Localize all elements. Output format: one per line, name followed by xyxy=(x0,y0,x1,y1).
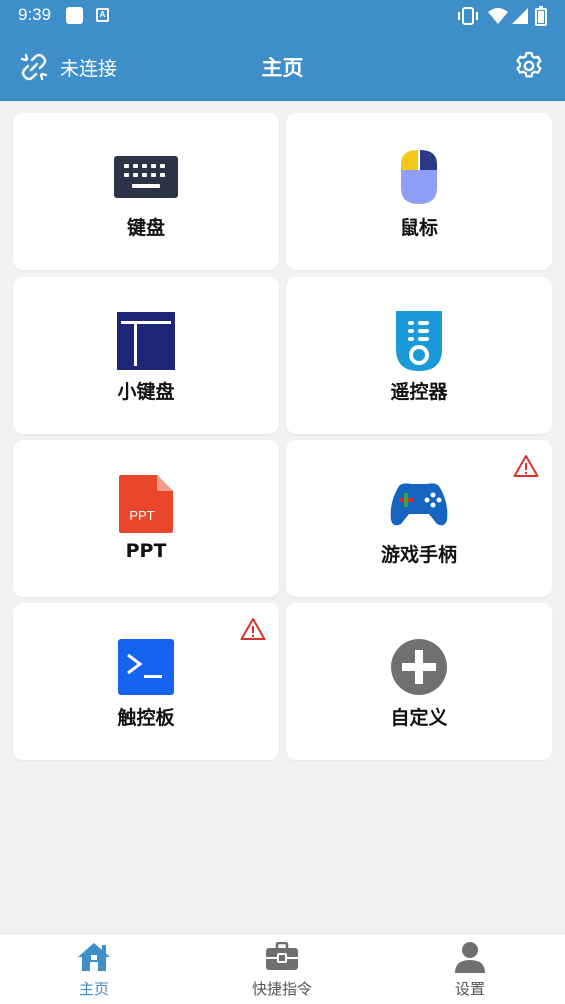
ppt-icon-text: PPT xyxy=(129,508,154,523)
nav-label: 主页 xyxy=(78,980,109,998)
add-icon xyxy=(391,639,447,695)
nav-home[interactable]: 主页 xyxy=(0,934,188,1004)
card-mouse[interactable]: 鼠标 xyxy=(286,113,552,270)
signal-icon xyxy=(512,8,528,24)
home-icon xyxy=(78,943,110,971)
card-numpad[interactable]: 小键盘 xyxy=(13,277,279,434)
nav-shortcuts[interactable]: 快捷指令 xyxy=(188,934,376,1004)
remote-icon xyxy=(396,311,442,371)
gamepad-icon xyxy=(390,483,448,526)
card-label: PPT xyxy=(125,540,167,562)
card-label: 游戏手柄 xyxy=(380,544,457,566)
toolbox-icon xyxy=(266,942,298,970)
keyboard-icon xyxy=(114,156,178,198)
card-label: 自定义 xyxy=(390,707,448,729)
card-keyboard[interactable]: 键盘 xyxy=(13,113,279,270)
wifi-icon xyxy=(488,8,508,24)
card-label: 小键盘 xyxy=(117,381,175,403)
card-touchpad[interactable]: 触控板 xyxy=(13,603,279,760)
card-label: 遥控器 xyxy=(390,381,448,403)
ppt-icon: PPT xyxy=(119,475,173,533)
card-label: 鼠标 xyxy=(399,217,438,239)
card-label: 触控板 xyxy=(117,707,175,729)
card-remote[interactable]: 遥控器 xyxy=(286,277,552,434)
card-gamepad[interactable]: 游戏手柄 xyxy=(286,440,552,597)
status-icons xyxy=(457,6,549,26)
gear-icon[interactable] xyxy=(513,50,545,82)
vibrate-icon xyxy=(458,7,478,25)
card-label: 键盘 xyxy=(126,217,165,239)
bottom-nav: 主页 快捷指令 设置 xyxy=(0,933,565,1004)
status-bar: 9:39 A xyxy=(0,0,565,32)
app-bar: 未连接 主页 xyxy=(0,32,565,101)
keyboard-notification-icon: A xyxy=(96,8,109,22)
person-icon xyxy=(455,942,485,973)
mouse-icon xyxy=(401,150,437,204)
numpad-icon xyxy=(117,312,175,370)
nav-label: 快捷指令 xyxy=(251,980,312,998)
status-time: 9:39 xyxy=(18,5,52,24)
battery-icon xyxy=(535,6,547,26)
card-ppt[interactable]: PPT PPT xyxy=(13,440,279,597)
nav-label: 设置 xyxy=(454,980,485,998)
page-title: 主页 xyxy=(261,56,304,80)
nav-settings[interactable]: 设置 xyxy=(376,934,564,1004)
terminal-icon xyxy=(118,639,174,695)
header: 9:39 A 未连接 主页 xyxy=(0,0,565,101)
card-custom[interactable]: 自定义 xyxy=(286,603,552,760)
notification-icon xyxy=(66,7,83,24)
